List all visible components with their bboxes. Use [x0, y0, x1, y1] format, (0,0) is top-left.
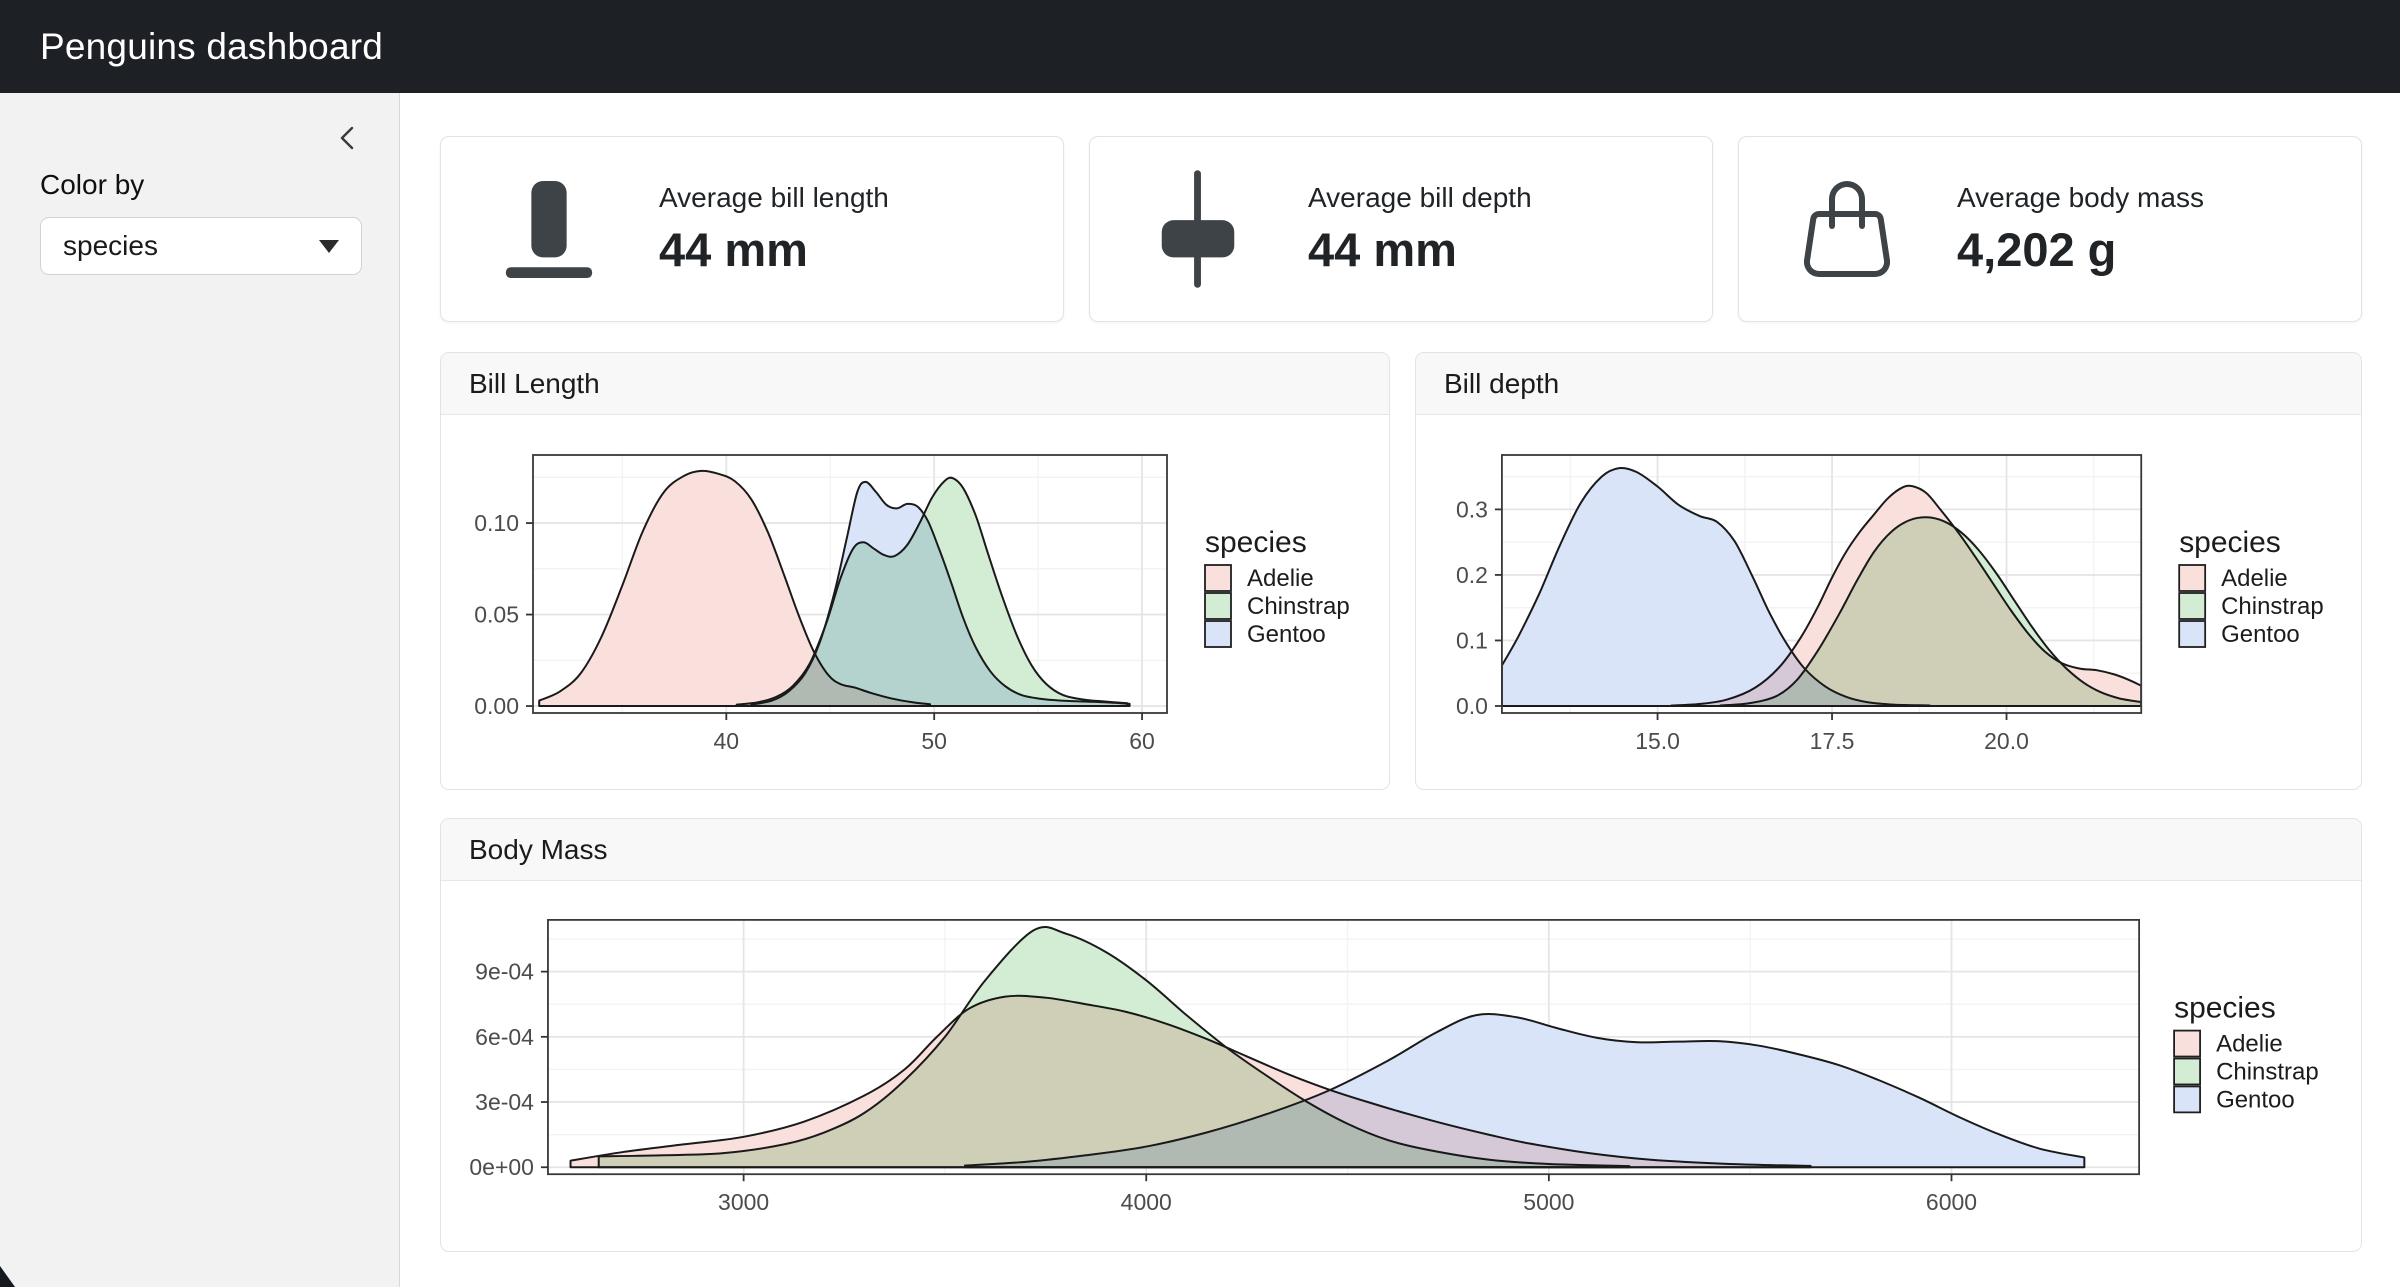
- svg-text:Gentoo: Gentoo: [2221, 621, 2300, 648]
- chart-card-title: Bill Length: [469, 368, 600, 400]
- value-box-bill-depth: Average bill depth 44 mm: [1089, 136, 1713, 322]
- body-mass-card: Body Mass 3000 4000 5000 6000 0e+00 3e-04 6e-0…: [440, 818, 2362, 1252]
- value-box-title: Average body mass: [1957, 182, 2204, 214]
- charts-row: Bill Length 40 50 60 0.00 0.05 0.10 species Ade…: [440, 352, 2362, 790]
- chart-card-title: Bill depth: [1444, 368, 1559, 400]
- handbag-icon: [1794, 170, 1899, 288]
- align-bottom-icon: [496, 170, 601, 288]
- align-center-icon: [1145, 170, 1250, 288]
- svg-text:Gentoo: Gentoo: [2216, 1086, 2295, 1113]
- bill-length-density-chart: 40 50 60 0.00 0.05 0.10 species AdelieChinstrap…: [441, 415, 1389, 789]
- svg-text:species: species: [2174, 992, 2276, 1025]
- value-box-text: Average bill depth 44 mm: [1308, 182, 1532, 277]
- svg-text:Adelie: Adelie: [2216, 1031, 2283, 1058]
- chart-card-header: Body Mass: [441, 819, 2361, 881]
- chart-card-header: Bill Length: [441, 353, 1389, 415]
- value-box-bill-length: Average bill length 44 mm: [440, 136, 1064, 322]
- body-mass-density-chart: 3000 4000 5000 6000 0e+00 3e-04 6e-04 9e-04 spec…: [441, 881, 2361, 1251]
- value-box-text: Average bill length 44 mm: [659, 182, 889, 277]
- value-box-body-mass: Average body mass 4,202 g: [1738, 136, 2362, 322]
- svg-text:50: 50: [921, 728, 947, 754]
- svg-text:0.2: 0.2: [1456, 562, 1488, 588]
- svg-text:5000: 5000: [1523, 1189, 1574, 1215]
- svg-text:4000: 4000: [1121, 1189, 1172, 1215]
- svg-text:0.05: 0.05: [474, 602, 519, 628]
- value-box-value: 44 mm: [659, 222, 889, 277]
- chart-body: 40 50 60 0.00 0.05 0.10 species AdelieChinstrap…: [441, 415, 1389, 789]
- bill-length-card: Bill Length 40 50 60 0.00 0.05 0.10 species Ade…: [440, 352, 1390, 790]
- svg-text:Adelie: Adelie: [2221, 565, 2288, 592]
- svg-text:Chinstrap: Chinstrap: [1247, 593, 1350, 620]
- svg-text:6000: 6000: [1926, 1189, 1977, 1215]
- sidebar-collapse-button[interactable]: [333, 123, 363, 153]
- chart-card-title: Body Mass: [469, 834, 608, 866]
- svg-text:3000: 3000: [718, 1189, 769, 1215]
- svg-text:40: 40: [714, 728, 740, 754]
- color-by-label: Color by: [40, 169, 359, 201]
- bill-depth-density-chart: 15.0 17.5 20.0 0.0 0.1 0.2 0.3 species AdelieChi…: [1416, 415, 2361, 789]
- select-value: species: [63, 230, 158, 262]
- app-header: Penguins dashboard: [0, 0, 2400, 93]
- svg-text:17.5: 17.5: [1810, 728, 1855, 754]
- value-box-value: 44 mm: [1308, 222, 1532, 277]
- svg-text:Chinstrap: Chinstrap: [2221, 593, 2324, 620]
- svg-text:3e-04: 3e-04: [475, 1089, 534, 1115]
- svg-text:60: 60: [1129, 728, 1155, 754]
- chart-card-header: Bill depth: [1416, 353, 2361, 415]
- sidebar: Color by species: [0, 93, 400, 1287]
- svg-text:0e+00: 0e+00: [469, 1154, 534, 1180]
- value-box-text: Average body mass 4,202 g: [1957, 182, 2204, 277]
- color-by-select[interactable]: species: [40, 217, 362, 275]
- svg-text:9e-04: 9e-04: [475, 959, 534, 985]
- svg-text:6e-04: 6e-04: [475, 1024, 534, 1050]
- svg-text:species: species: [2179, 526, 2281, 559]
- value-box-title: Average bill depth: [1308, 182, 1532, 214]
- svg-text:20.0: 20.0: [1984, 728, 2029, 754]
- svg-text:0.3: 0.3: [1456, 496, 1488, 522]
- svg-text:species: species: [1205, 526, 1307, 559]
- chart-body: 3000 4000 5000 6000 0e+00 3e-04 6e-04 9e-04 spec…: [441, 881, 2361, 1251]
- svg-text:Gentoo: Gentoo: [1247, 621, 1326, 648]
- value-box-row: Average bill length 44 mm Average bill d…: [440, 136, 2362, 322]
- svg-text:15.0: 15.0: [1635, 728, 1680, 754]
- svg-text:Adelie: Adelie: [1247, 565, 1314, 592]
- svg-text:0.10: 0.10: [474, 510, 519, 536]
- chart-body: 15.0 17.5 20.0 0.0 0.1 0.2 0.3 species AdelieChi…: [1416, 415, 2361, 789]
- svg-text:0.00: 0.00: [474, 693, 519, 719]
- bill-depth-card: Bill depth 15.0 17.5 20.0 0.0 0.1 0.2 0.3 speci…: [1415, 352, 2362, 790]
- value-box-value: 4,202 g: [1957, 222, 2204, 277]
- page-title: Penguins dashboard: [40, 26, 383, 68]
- main-content: Average bill length 44 mm Average bill d…: [400, 93, 2400, 1287]
- app-body: Color by species Average bill length 44 …: [0, 93, 2400, 1287]
- value-box-title: Average bill length: [659, 182, 889, 214]
- svg-text:Chinstrap: Chinstrap: [2216, 1058, 2319, 1085]
- svg-text:0.1: 0.1: [1456, 627, 1488, 653]
- dropdown-caret-icon: [319, 240, 339, 253]
- chevron-left-icon: [333, 141, 363, 156]
- svg-text:0.0: 0.0: [1456, 693, 1488, 719]
